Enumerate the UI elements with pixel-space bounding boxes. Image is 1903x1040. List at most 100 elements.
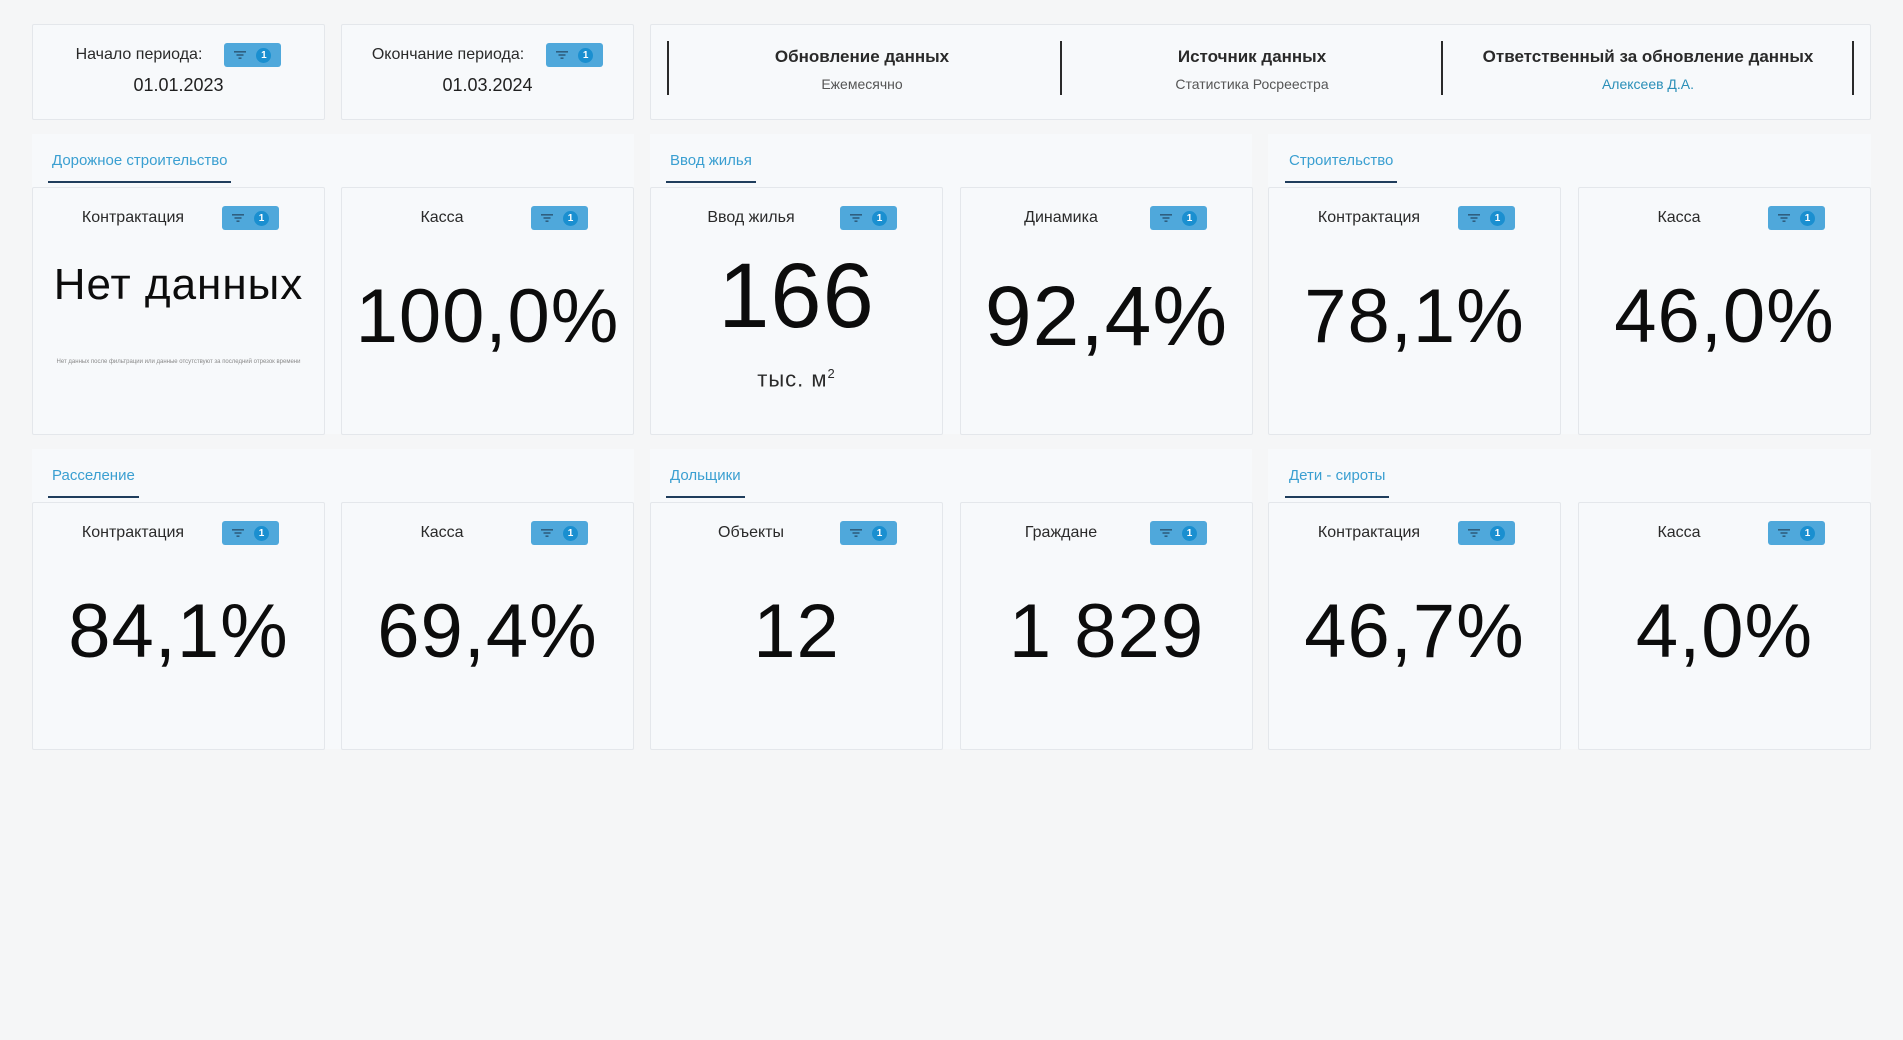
kpi-value: 166 [718,245,875,347]
kpi-card-road-cash: Касса 1 100,0% [341,187,634,435]
kpi-card-construction-cash: Касса 1 46,0% [1578,187,1871,435]
kpi-label: Контрактация [81,209,185,226]
filter-count-badge: 1 [254,210,269,226]
kpi-label: Контрактация [81,524,185,541]
kpi-value: Нет данных [53,260,304,309]
tab-housing[interactable]: Ввод жилья [666,152,756,183]
kpi-label: Объекты [718,524,784,541]
kpi-filter-chip[interactable]: 1 [1768,206,1825,230]
filter-icon [1160,213,1172,223]
filter-icon [1778,528,1790,538]
kpi-card-resettlement-contract: Контрактация 1 84,1% [32,502,325,750]
kpi-header: Касса 1 [342,521,633,545]
filter-icon [232,528,244,538]
kpi-header: Динамика 1 [961,206,1252,230]
kpi-filter-chip[interactable]: 1 [1150,206,1207,230]
period-end-value: 01.03.2024 [442,75,533,95]
tab-resettlement[interactable]: Расселение [48,467,139,498]
filter-icon [850,528,862,538]
filter-icon [850,213,862,223]
period-start-value: 01.01.2023 [133,75,224,95]
kpi-value: 12 [753,589,840,674]
kpi-header: Касса 1 [342,206,633,230]
kpi-unit: тыс. м2 [651,366,942,392]
kpi-label: Контрактация [1317,209,1421,226]
divider [1852,41,1854,95]
tab-underline [1285,181,1398,183]
responsible-info: Ответственный за обновление данных Алекс… [1443,25,1853,119]
tab-label: Дорожное строительство [52,152,228,169]
kpi-filter-chip[interactable]: 1 [1458,521,1515,545]
kpi-filter-chip[interactable]: 1 [222,206,279,230]
tab-underline [48,496,139,498]
filter-count-badge: 1 [563,210,578,226]
kpi-header: Контрактация 1 [1269,206,1560,230]
kpi-label: Граждане [1024,524,1098,541]
kpi-filter-chip[interactable]: 1 [1150,521,1207,545]
filter-count-badge: 1 [256,47,272,63]
kpi-header: Касса 1 [1579,521,1870,545]
kpi-label: Касса [1657,209,1701,226]
tab-road-construction[interactable]: Дорожное строительство [48,152,232,183]
kpi-header: Касса 1 [1579,206,1870,230]
kpi-header: Контрактация 1 [1269,521,1560,545]
filter-count-badge: 1 [872,525,887,541]
kpi-card-shareholders-objects: Объекты 1 12 [650,502,943,750]
kpi-label: Касса [1657,524,1701,541]
filter-count-badge: 1 [1800,210,1815,226]
kpi-card-orphans-cash: Касса 1 4,0% [1578,502,1871,750]
tab-underline [1285,496,1390,498]
filter-count-badge: 1 [254,525,269,541]
kpi-card-housing-input: Ввод жилья 1 166 тыс. м2 [650,187,943,435]
tab-shareholders[interactable]: Дольщики [666,467,745,498]
tab-label: Расселение [52,467,135,484]
period-start-filter-chip[interactable]: 1 [224,43,282,67]
tab-orphans[interactable]: Дети - сироты [1285,467,1390,498]
kpi-value: 78,1% [1304,274,1525,359]
kpi-card-construction-contract: Контрактация 1 78,1% [1268,187,1561,435]
source-value: Статистика Росреестра [1175,76,1329,92]
tab-label: Дети - сироты [1289,467,1386,484]
tab-underline [48,181,232,183]
update-title: Обновление данных [774,47,950,66]
kpi-value: 4,0% [1635,589,1814,674]
kpi-label: Контрактация [1317,524,1421,541]
kpi-value: 1 829 [1008,589,1205,674]
responsible-link[interactable]: Алексеев Д.А. [1443,76,1853,92]
update-value: Ежемесячно [821,76,903,92]
kpi-value: 46,7% [1304,589,1525,674]
kpi-unit-superscript: 2 [827,366,836,381]
kpi-filter-chip[interactable]: 1 [222,521,279,545]
kpi-filter-chip[interactable]: 1 [531,521,588,545]
kpi-filter-chip[interactable]: 1 [1768,521,1825,545]
responsible-title: Ответственный за обновление данных [1482,47,1814,66]
filter-count-badge: 1 [1182,525,1197,541]
kpi-header: Ввод жилья 1 [651,206,942,230]
filter-count-badge: 1 [1800,525,1815,541]
period-end-label: Окончание периода: [371,46,525,63]
filter-icon [1778,213,1790,223]
period-start-card: Начало периода: 1 01.01.2023 [32,24,325,120]
kpi-value: 92,4% [984,269,1229,363]
kpi-filter-chip[interactable]: 1 [531,206,588,230]
filter-icon [541,213,553,223]
kpi-header: Граждане 1 [961,521,1252,545]
kpi-label: Ввод жилья [707,209,795,226]
kpi-filter-chip[interactable]: 1 [1458,206,1515,230]
kpi-value: 100,0% [355,274,620,359]
filter-icon [1160,528,1172,538]
tab-construction[interactable]: Строительство [1285,152,1398,183]
filter-count-badge: 1 [1490,525,1505,541]
kpi-filter-chip[interactable]: 1 [840,206,897,230]
period-start-header: Начало периода: 1 [33,43,324,67]
period-end-filter-chip[interactable]: 1 [546,43,604,67]
kpi-nodata-note: Нет данных после фильтрации или данные о… [56,359,301,365]
source-title: Источник данных [1177,47,1327,66]
kpi-value: 46,0% [1614,274,1835,359]
kpi-label: Касса [420,209,464,226]
filter-icon [232,213,244,223]
tab-underline [666,181,756,183]
filter-icon [1468,213,1480,223]
kpi-filter-chip[interactable]: 1 [840,521,897,545]
data-info-card: Обновление данных Ежемесячно Источник да… [650,24,1871,120]
